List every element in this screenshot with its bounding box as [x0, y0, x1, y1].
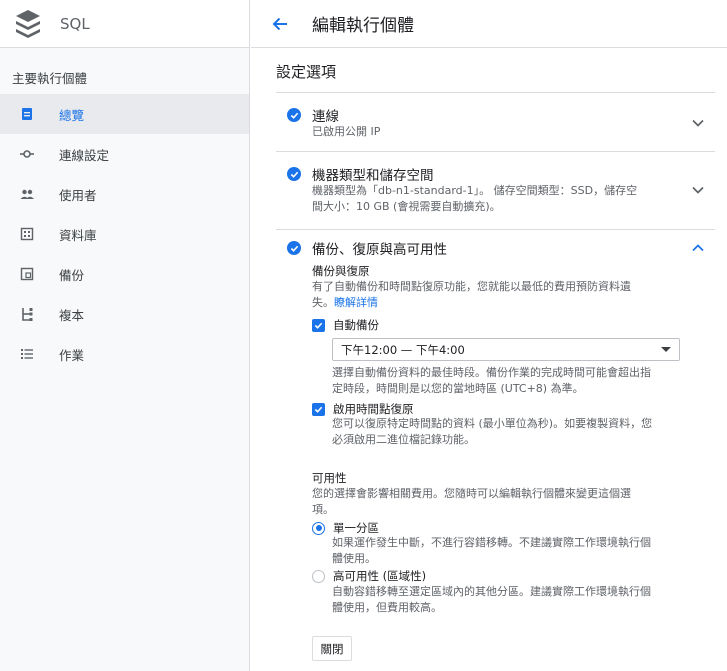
panel-title: 連線: [312, 109, 339, 125]
panel-subtitle-line: 機器類型為「db-n1-standard-1」。 儲存空間類型：SSD，儲存空: [312, 184, 638, 197]
single-zone-radio[interactable]: [312, 521, 325, 535]
sql-logo-icon: [16, 9, 40, 38]
auto-backup-checkbox[interactable]: [312, 318, 325, 332]
panel-backup-ha: 備份、復原與高可用性 備份與復原 有了自動備份和時間點復原功能，您就能以最低的費…: [276, 229, 715, 671]
panel-subtitle-line: 間大小：10 GB (會視需要自動擴充)。: [312, 200, 501, 213]
replica-icon: [19, 306, 35, 322]
overview-icon: [19, 106, 35, 122]
help-line: 如果運作發生中斷，不進行容錯移轉。不建議實際工作環境執行個: [332, 536, 651, 549]
learn-more-link[interactable]: 瞭解詳情: [334, 296, 378, 309]
database-icon: [19, 226, 35, 242]
sidebar-item-overview[interactable]: 總覽: [0, 94, 249, 134]
panel-subtitle: 已啟用公開 IP: [312, 125, 381, 138]
backup-icon: [19, 266, 35, 282]
sidebar-item-label: 連線設定: [59, 147, 110, 163]
help-line: 體使用。: [332, 552, 376, 565]
option-label: 高可用性 (區域性): [333, 569, 427, 583]
check-circle-icon: [287, 241, 301, 255]
backup-desc-line: 有了自動備份和時間點復原功能，您就能以最低的費用預防資料遺: [312, 280, 631, 293]
sidebar-item-connections[interactable]: 連線設定: [0, 134, 249, 174]
sidebar-item-backups[interactable]: 備份: [0, 254, 249, 294]
chevron-down-icon[interactable]: [691, 116, 705, 130]
panel-title: 備份、復原與高可用性: [312, 242, 447, 258]
sidebar-item-label: 使用者: [59, 187, 97, 203]
sidebar-item-users[interactable]: 使用者: [0, 174, 249, 214]
help-line: 體使用，但費用較高。: [332, 601, 442, 614]
backup-description: 備份與復原 有了自動備份和時間點復原功能，您就能以最低的費用預防資料遺 失。瞭解…: [312, 263, 684, 311]
pitr-help: 您可以復原特定時間點的資料 (最小單位為秒)。如要複製資料，您 必須啟用二進位檔…: [332, 416, 704, 448]
pitr-label: 啟用時間點復原: [333, 402, 414, 416]
pitr-checkbox[interactable]: [312, 402, 325, 416]
connection-icon: [19, 146, 35, 162]
sidebar-item-label: 資料庫: [59, 227, 97, 243]
auto-backup-label: 自動備份: [333, 318, 379, 332]
high-availability-help: 自動容錯移轉至選定區域內的其他分區。建議實際工作環境執行個 體使用，但費用較高。: [332, 584, 704, 616]
availability-option-high-availability[interactable]: 高可用性 (區域性): [312, 568, 426, 584]
panel-machine-storage[interactable]: 機器類型和儲存空間 機器類型為「db-n1-standard-1」。 儲存空間類…: [276, 151, 715, 229]
sidebar-item-replicas[interactable]: 複本: [0, 294, 249, 334]
chevron-up-icon[interactable]: [691, 241, 705, 255]
sidebar-item-operations[interactable]: 作業: [0, 334, 249, 374]
option-label: 單一分區: [333, 521, 379, 535]
check-circle-icon: [287, 167, 301, 181]
help-line: 選擇自動備份資料的最佳時段。備份作業的完成時間可能會超出指: [332, 366, 651, 379]
users-icon: [19, 186, 35, 202]
page-title: 編輯執行個體: [312, 16, 414, 36]
availability-desc-line: 您的選擇會影響相關費用。您隨時可以編輯執行個體來變更這個選: [312, 487, 631, 500]
help-line: 定時段，時間則是以您的當地時區 (UTC+8) 為準。: [332, 382, 584, 395]
backup-window-value: 下午12:00 — 下午4:00: [341, 342, 465, 357]
pitr-row[interactable]: 啟用時間點復原: [312, 401, 414, 417]
help-line: 必須啟用二進位檔記錄功能。: [332, 433, 475, 446]
page-header: 編輯執行個體: [251, 0, 727, 48]
dropdown-arrow-icon: [661, 347, 671, 352]
panel-subtitle: 機器類型為「db-n1-standard-1」。 儲存空間類型：SSD，儲存空 …: [312, 183, 675, 215]
sidebar-section-title: 主要執行個體: [12, 71, 88, 86]
sidebar-item-databases[interactable]: 資料庫: [0, 214, 249, 254]
sidebar-item-label: 複本: [59, 307, 85, 323]
availability-description: 可用性 您的選擇會影響相關費用。您隨時可以編輯執行個體來變更這個選 項。: [312, 470, 684, 518]
operations-icon: [19, 346, 35, 362]
sidebar: SQL 主要執行個體 總覽 連線設定 使用者 資料庫 備份 複本 作業: [0, 0, 250, 671]
single-zone-help: 如果運作發生中斷，不進行容錯移轉。不建議實際工作環境執行個 體使用。: [332, 535, 704, 567]
close-button[interactable]: 關閉: [312, 636, 352, 661]
sidebar-item-label: 作業: [59, 347, 85, 363]
product-name: SQL: [60, 14, 90, 33]
back-arrow-icon[interactable]: [268, 12, 292, 36]
backup-window-select[interactable]: 下午12:00 — 下午4:00: [332, 338, 680, 361]
check-circle-icon: [287, 108, 301, 122]
backup-window-wrapper: 下午12:00 — 下午4:00: [252, 338, 712, 362]
backup-desc-line: 失。: [312, 296, 334, 309]
auto-backup-row[interactable]: 自動備份: [312, 317, 379, 333]
panel-title: 機器類型和儲存空間: [312, 168, 434, 184]
availability-option-single-zone[interactable]: 單一分區: [312, 520, 379, 536]
high-availability-radio[interactable]: [312, 569, 325, 583]
backup-heading: 備份與復原: [312, 264, 370, 278]
sidebar-header: SQL: [0, 0, 249, 48]
section-title: 設定選項: [276, 63, 337, 81]
panel-connections[interactable]: 連線 已啟用公開 IP: [276, 92, 715, 151]
chevron-down-icon[interactable]: [691, 183, 705, 197]
backup-window-help: 選擇自動備份資料的最佳時段。備份作業的完成時間可能會超出指 定時段，時間則是以您…: [332, 365, 704, 397]
main-content: 設定選項 連線 已啟用公開 IP 機器類型和儲存空間 機器類型為「db-n1-s…: [251, 49, 727, 671]
availability-desc-line: 項。: [312, 503, 334, 516]
availability-heading: 可用性: [312, 471, 347, 485]
help-line: 自動容錯移轉至選定區域內的其他分區。建議實際工作環境執行個: [332, 585, 651, 598]
help-line: 您可以復原特定時間點的資料 (最小單位為秒)。如要複製資料，您: [332, 417, 653, 430]
sidebar-item-label: 備份: [59, 267, 85, 283]
sidebar-item-label: 總覽: [59, 107, 85, 123]
